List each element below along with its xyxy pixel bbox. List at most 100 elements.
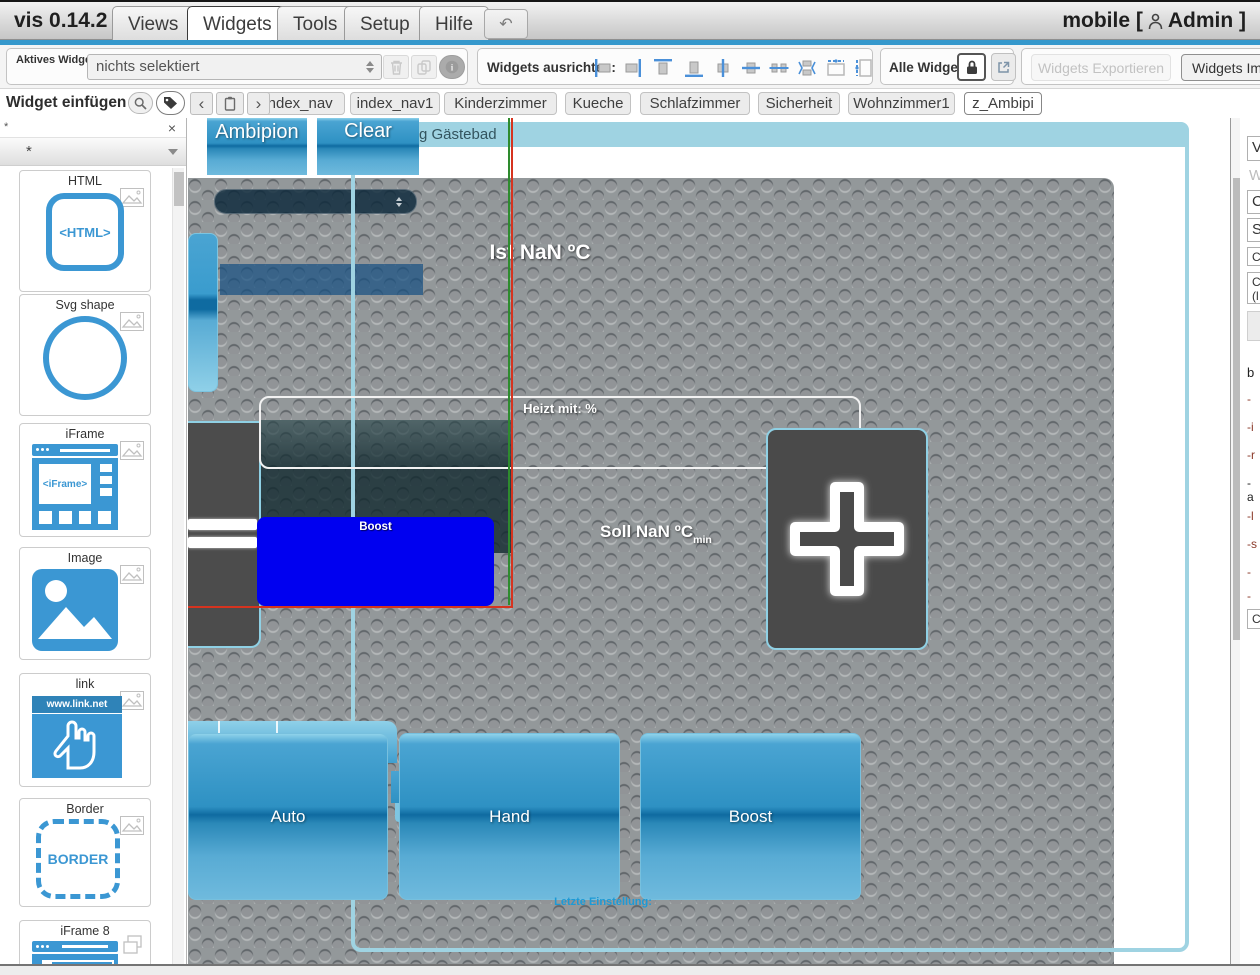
same-width-button[interactable] [823, 55, 849, 80]
widget-title: iFrame [20, 424, 150, 441]
widget-title: Border [20, 799, 150, 816]
undo-button[interactable]: ↶ [484, 9, 528, 39]
filter-star: * [4, 121, 8, 133]
view-tab-kinderzimmer[interactable]: Kinderzimmer [444, 92, 557, 115]
palette-filter-select[interactable]: * [0, 138, 186, 166]
widgets-export-button[interactable]: Widgets Exportieren [1031, 54, 1171, 81]
palette-widget-border[interactable]: Border BORDER [19, 798, 151, 907]
edit-canvas[interactable]: g Gästebad Ist NaN ºC Heizt mit: % Boost… [187, 118, 1230, 975]
property-field[interactable]: C [1247, 609, 1260, 629]
copy-placeholder-icon [122, 935, 144, 955]
widgets-import-button[interactable]: Widgets Impo [1181, 54, 1260, 81]
palette-scrollbar[interactable] [172, 168, 184, 964]
menu-tab-widgets[interactable]: Widgets [187, 6, 288, 42]
active-widget-select[interactable]: nichts selektiert [87, 54, 382, 80]
trash-icon [390, 60, 403, 75]
canvas-vertical-slider[interactable] [188, 233, 218, 392]
palette-widget-svg-shape[interactable]: Svg shape [19, 294, 151, 416]
image-placeholder-icon [120, 816, 144, 835]
view-tab-kueche[interactable]: Kueche [565, 92, 631, 115]
image-preview-icon [32, 569, 118, 651]
clear-button[interactable]: Clear [317, 118, 419, 175]
search-icon [134, 97, 147, 110]
property-field[interactable]: S [1247, 218, 1260, 242]
border-preview-icon: BORDER [36, 819, 120, 899]
palette-filter-row[interactable]: * × [0, 118, 186, 138]
menu-tab-views[interactable]: Views [112, 6, 194, 42]
external-link-icon [997, 61, 1010, 74]
auto-button[interactable]: Auto [188, 733, 388, 900]
circle-preview-icon [43, 316, 127, 400]
view-tab-schlafzimmer[interactable]: Schlafzimmer [640, 92, 750, 115]
user-icon [1148, 13, 1163, 30]
menu-tab-tools[interactable]: Tools [277, 6, 353, 42]
property-code-line: -i [1247, 420, 1254, 434]
palette-widget-iframe[interactable]: iFrame <iFrame> [19, 423, 151, 537]
palette-widget-html[interactable]: HTML <HTML> [19, 170, 151, 292]
property-field[interactable]: C (l [1247, 272, 1260, 304]
menu-tab-setup[interactable]: Setup [344, 6, 426, 42]
property-code-line: - [1247, 392, 1251, 406]
distribute-horizontal-button[interactable] [766, 55, 792, 80]
view-tab-sicherheit[interactable]: Sicherheit [758, 92, 840, 115]
view-tab-wohnzimmer1[interactable]: Wohnzimmer1 [848, 92, 955, 115]
align-bottom-button[interactable] [681, 55, 707, 80]
delete-widget-button[interactable] [383, 55, 409, 79]
canvas-left-panel[interactable] [188, 421, 261, 648]
next-view-button[interactable]: › [247, 92, 270, 115]
heizt-label: Heizt mit: % [261, 401, 859, 416]
palette-widget-link[interactable]: link www.link.net [19, 673, 151, 787]
ambition-button-label: Ambipion [215, 121, 298, 143]
boost-button[interactable]: Boost [640, 733, 861, 900]
ambition-button[interactable]: Ambipion [207, 118, 307, 175]
widget-properties-panel: E V W C S C C (l b - -i -r - a -l -s - -… [1240, 89, 1260, 964]
widget-search-button[interactable] [128, 92, 153, 114]
align-right-icon [622, 58, 642, 78]
align-bottom-icon [684, 58, 704, 78]
distribute-vertical-button[interactable] [794, 55, 820, 80]
project-name: mobile [ [1062, 9, 1143, 33]
view-tab-z-ambipi[interactable]: z_Ambipi [964, 92, 1042, 115]
image-placeholder-icon [120, 188, 144, 207]
hand-button[interactable]: Hand [399, 733, 620, 900]
ist-temperature-label: Ist NaN ºC [435, 241, 645, 265]
align-horizontal-center-button[interactable] [738, 55, 764, 80]
lock-widgets-button[interactable] [957, 53, 986, 81]
menu-tab-hilfe[interactable]: Hilfe [419, 6, 489, 42]
copy-widget-button[interactable] [411, 55, 437, 79]
palette-widget-image[interactable]: Image [19, 547, 151, 660]
chevron-down-icon [168, 149, 178, 155]
property-field[interactable]: C [1247, 247, 1260, 266]
soll-temperature-label: Soll NaN ºCmin [600, 522, 740, 546]
widget-tag-filter-button[interactable] [156, 91, 185, 115]
close-icon[interactable]: × [168, 120, 176, 136]
property-button[interactable] [1247, 311, 1260, 341]
property-code-line: -s [1247, 537, 1257, 551]
view-clipboard-button[interactable] [216, 92, 244, 115]
clipboard-icon [224, 96, 236, 111]
clear-button-label: Clear [344, 120, 392, 142]
align-left-button[interactable] [591, 55, 617, 80]
window-bottom-edge [0, 964, 1260, 975]
same-height-button[interactable] [851, 55, 877, 80]
plus-button-panel[interactable] [766, 428, 928, 650]
view-tab-index-nav1[interactable]: index_nav1 [350, 92, 440, 115]
boost-overlay-button[interactable]: Boost [257, 517, 494, 606]
image-placeholder-icon [120, 691, 144, 710]
palette-scroll-thumb[interactable] [174, 172, 184, 206]
align-vertical-center-button[interactable] [710, 55, 736, 80]
widget-title: link [20, 674, 150, 691]
widget-title: HTML [20, 171, 150, 188]
property-field[interactable]: V [1247, 136, 1260, 161]
lock-icon [966, 60, 978, 75]
align-right-button[interactable] [619, 55, 645, 80]
open-external-button[interactable] [991, 53, 1016, 81]
plus-icon [785, 477, 909, 601]
property-field[interactable]: C [1247, 190, 1260, 214]
prev-view-button[interactable]: ‹ [190, 92, 213, 115]
letzte-einstellung-link[interactable]: Letzte Einstellung: [523, 896, 683, 908]
align-top-button[interactable] [650, 55, 676, 80]
same-width-icon [826, 58, 846, 78]
widget-info-button[interactable]: i [439, 55, 465, 79]
app-title: vis 0.14.2 [14, 9, 107, 33]
